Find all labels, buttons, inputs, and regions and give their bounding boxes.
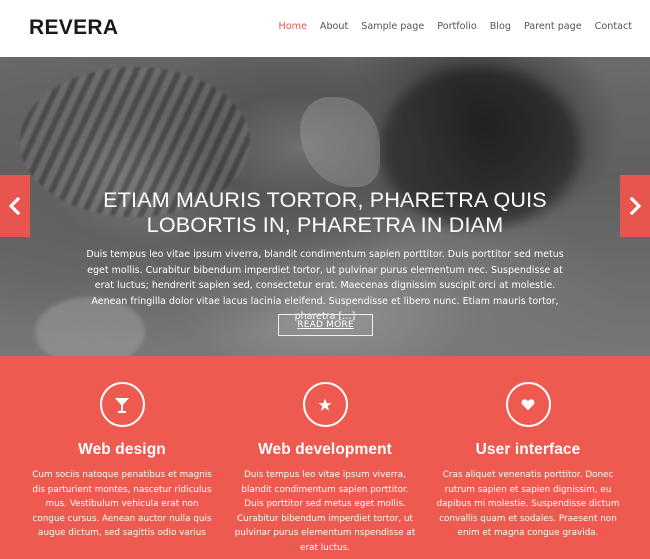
heart-icon xyxy=(521,399,535,411)
slider-prev-button[interactable] xyxy=(0,175,30,237)
feature-icon-circle xyxy=(302,382,348,427)
site-logo[interactable]: REVERA xyxy=(29,16,118,40)
chevron-left-icon xyxy=(8,197,21,215)
main-nav: Home About Sample page Portfolio Blog Pa… xyxy=(266,21,632,32)
slide-title: ETIAM MAURIS TORTOR, PHARETRA QUIS LOBOR… xyxy=(103,188,547,237)
nav-sample-page[interactable]: Sample page xyxy=(361,21,424,32)
site-header: REVERA Home About Sample page Portfolio … xyxy=(0,0,650,57)
feature-icon-circle xyxy=(505,382,551,427)
feature-icon-circle xyxy=(99,382,145,427)
nav-blog[interactable]: Blog xyxy=(490,21,511,32)
nav-contact[interactable]: Contact xyxy=(595,21,632,32)
feature-text: Duis tempus leo vitae ipsum viverra, bla… xyxy=(234,470,416,553)
nav-about[interactable]: About xyxy=(320,21,348,32)
features-section: Web design Cum sociis natoque penatibus … xyxy=(0,356,650,559)
slider-next-button[interactable] xyxy=(620,175,650,237)
nav-home[interactable]: Home xyxy=(279,21,307,32)
feature-title: Web design xyxy=(78,441,166,458)
hero-slider: ETIAM MAURIS TORTOR, PHARETRA QUIS LOBOR… xyxy=(0,57,650,356)
feature-text: Cras aliquet venenatis porttitor. Donec … xyxy=(436,470,620,538)
feature-web-design: Web design Cum sociis natoque penatibus … xyxy=(15,382,229,541)
feature-user-interface: User interface Cras aliquet venenatis po… xyxy=(421,382,635,541)
cocktail-glass-icon xyxy=(115,397,129,413)
feature-text: Cum sociis natoque penatibus et magnis d… xyxy=(32,470,212,538)
nav-parent-page[interactable]: Parent page xyxy=(524,21,582,32)
chevron-right-icon xyxy=(629,197,642,215)
star-icon xyxy=(318,398,332,411)
feature-title: Web development xyxy=(258,441,392,458)
feature-title: User interface xyxy=(475,441,581,458)
read-more-button[interactable]: READ MORE xyxy=(278,314,373,336)
feature-web-development: Web development Duis tempus leo vitae ip… xyxy=(218,382,432,555)
nav-portfolio[interactable]: Portfolio xyxy=(437,21,476,32)
